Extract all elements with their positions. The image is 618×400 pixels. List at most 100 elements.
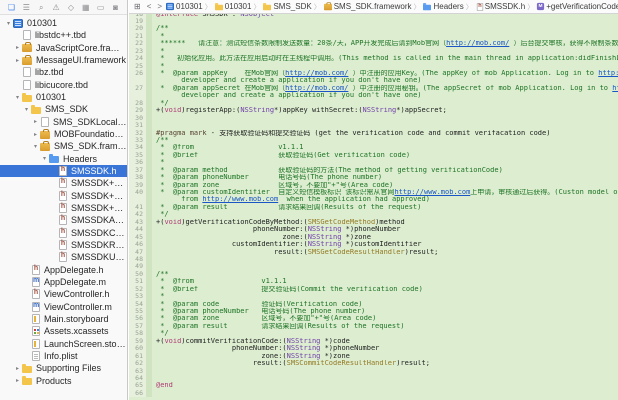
breadcrumb-item[interactable]: SMS_SDK: [262, 2, 311, 11]
disclosure-triangle-icon[interactable]: ▸: [31, 118, 40, 125]
code-line[interactable]: 34 * @from v1.1.1: [129, 144, 618, 151]
file-tree-item[interactable]: ▸SMS_SDKLocalizable.strings: [0, 116, 127, 128]
code-line[interactable]: 48: [129, 256, 618, 263]
breakpoint-navigator-icon[interactable]: ▭: [93, 0, 108, 15]
code-line[interactable]: 63: [129, 368, 618, 375]
line-number[interactable]: 27: [129, 85, 146, 92]
code-line[interactable]: 30: [129, 115, 618, 122]
breadcrumb-item[interactable]: SMS_SDK.framework: [323, 2, 412, 11]
breadcrumb-item[interactable]: 010301: [165, 2, 203, 11]
code-line[interactable]: 46 customIdentifier:(NSString *)customId…: [129, 241, 618, 248]
code-line[interactable]: 23 *: [129, 48, 618, 55]
code-line[interactable]: 27 * @param appSecret 在Mob官网（http://mob.…: [129, 85, 618, 92]
disclosure-triangle-icon[interactable]: ▸: [13, 365, 22, 372]
file-tree-item[interactable]: ▾010301: [0, 17, 127, 29]
file-tree-item[interactable]: libicucore.tbd: [0, 79, 127, 91]
code-line[interactable]: 24 * 初始化应用。此方法在应用启动时在主线程中调用。(This method…: [129, 55, 618, 62]
disclosure-triangle-icon[interactable]: ▾: [22, 106, 31, 113]
disclosure-triangle-icon[interactable]: ▸: [13, 377, 22, 384]
code-line[interactable]: 52 * @brief 提交验证码(Commit the verificatio…: [129, 286, 618, 293]
file-tree-item[interactable]: SMSSDK+A…okMethods.h: [0, 177, 127, 189]
code-line[interactable]: 49: [129, 263, 618, 270]
code-line[interactable]: developer and create a application if yo…: [129, 77, 618, 84]
file-tree-item[interactable]: LaunchScreen.storyboard: [0, 338, 127, 350]
disclosure-triangle-icon[interactable]: ▾: [40, 155, 49, 162]
file-tree-item[interactable]: SMSSDKResultHanderDef.h: [0, 239, 127, 251]
file-tree-item[interactable]: Info.plist: [0, 350, 127, 362]
test-navigator-icon[interactable]: ◇: [64, 0, 79, 15]
code-line[interactable]: 58 */: [129, 330, 618, 337]
breadcrumb-item[interactable]: SMSSDK.h: [475, 2, 525, 12]
file-tree-item[interactable]: SMSSDK+ExtendMethods.h: [0, 202, 127, 214]
code-line[interactable]: 26 * @param appKey 在Mob官网（http://mob.com…: [129, 70, 618, 77]
file-tree-item[interactable]: ▸MessageUI.framework: [0, 54, 127, 66]
line-number[interactable]: 66: [129, 390, 146, 397]
code-line[interactable]: 21 *: [129, 33, 618, 40]
file-tree-item[interactable]: ▸JavaScriptCore.framework: [0, 42, 127, 54]
file-tree-item[interactable]: SMSSDKAddressBook.h: [0, 214, 127, 226]
code-line[interactable]: 53 *: [129, 293, 618, 300]
code-line[interactable]: 45 zone:(NSString *)zone: [129, 234, 618, 241]
file-tree[interactable]: ▾010301libstdc++.tbd▸JavaScriptCore.fram…: [0, 15, 127, 387]
code-line[interactable]: 40 * @param customIdentifier 自定义短信模板标识 该…: [129, 189, 618, 196]
disclosure-triangle-icon[interactable]: ▸: [13, 57, 22, 64]
find-navigator-icon[interactable]: ⌕: [34, 0, 49, 15]
code-line[interactable]: 61 zone:(NSString *)zone: [129, 353, 618, 360]
code-line[interactable]: 60 phoneNumber:(NSString *)phoneNumber: [129, 345, 618, 352]
code-line[interactable]: 22 ****** 请注意：测试短信条数限制发送数量：20条/天，APP开发完成…: [129, 40, 618, 47]
file-tree-item[interactable]: ▸Supporting Files: [0, 362, 127, 374]
file-tree-item[interactable]: Assets.xcassets: [0, 325, 127, 337]
disclosure-triangle-icon[interactable]: ▸: [13, 44, 22, 51]
file-tree-item[interactable]: ▸MOBFoundation.framework: [0, 128, 127, 140]
code-line[interactable]: 51 * @from v1.1.1: [129, 278, 618, 285]
line-number[interactable]: 40: [129, 189, 146, 196]
code-line[interactable]: 54 * @param code 验证码(Verification code): [129, 301, 618, 308]
code-line[interactable]: 55 * @param phoneNumber 电话号码(The phone n…: [129, 308, 618, 315]
project-navigator-icon[interactable]: ❏: [4, 0, 19, 15]
code-line[interactable]: 39 * @param zone 区域号，不要加"+"号(Area code): [129, 182, 618, 189]
disclosure-triangle-icon[interactable]: ▾: [4, 20, 13, 27]
code-line[interactable]: 50/**: [129, 271, 618, 278]
code-line[interactable]: 37 * @param method 获取验证码的方法(The method o…: [129, 167, 618, 174]
code-line[interactable]: 65@end: [129, 382, 618, 389]
code-line[interactable]: 29+(void)registerApp:(NSString*)appKey w…: [129, 107, 618, 114]
code-line[interactable]: 64: [129, 375, 618, 382]
back-button[interactable]: <: [144, 2, 155, 11]
file-tree-item[interactable]: SMSSDK.h: [0, 165, 127, 177]
code-line[interactable]: 38 * @param phoneNumber 电话号码(The phone n…: [129, 174, 618, 181]
code-line[interactable]: 32#pragma mark - 支持获取验证码和提交验证码 (get the …: [129, 130, 618, 137]
code-line[interactable]: 59+(void)commitVerificationCode:(NSStrin…: [129, 338, 618, 345]
related-items-icon[interactable]: ⊞: [131, 2, 144, 11]
file-tree-item[interactable]: libstdc++.tbd: [0, 29, 127, 41]
code-line[interactable]: 31: [129, 122, 618, 129]
file-tree-item[interactable]: Main.storyboard: [0, 313, 127, 325]
line-number[interactable]: 26: [129, 70, 146, 77]
code-line[interactable]: 36 *: [129, 159, 618, 166]
code-line[interactable]: 33/**: [129, 137, 618, 144]
code-line[interactable]: 35 * @brief 获取验证码(Get verification code): [129, 152, 618, 159]
file-tree-item[interactable]: ViewController.m: [0, 301, 127, 313]
file-tree-item[interactable]: SMSSDK+D…edMethods.h: [0, 190, 127, 202]
debug-navigator-icon[interactable]: ▦: [78, 0, 93, 15]
code-line[interactable]: 42 */: [129, 211, 618, 218]
file-tree-item[interactable]: ▾SMS_SDK.framework: [0, 140, 127, 152]
code-line[interactable]: 28 */: [129, 100, 618, 107]
symbol-navigator-icon[interactable]: ☰: [19, 0, 34, 15]
code-line[interactable]: from http://www.mob.com when the applica…: [129, 196, 618, 203]
file-tree-item[interactable]: AppDelegate.m: [0, 276, 127, 288]
file-tree-item[interactable]: libz.tbd: [0, 66, 127, 78]
file-tree-item[interactable]: SMSSDKUserInfo.h: [0, 251, 127, 263]
file-tree-item[interactable]: ▾Headers: [0, 153, 127, 165]
breadcrumb-item[interactable]: Headers: [422, 2, 463, 11]
code-line[interactable]: 56 * @param zone 区域号，不要加"+"号(Area code): [129, 315, 618, 322]
code-line[interactable]: 62 result:(SMSCommitCodeResultHandler)re…: [129, 360, 618, 367]
code-line[interactable]: 25 *: [129, 63, 618, 70]
code-editor[interactable]: 18@interface SMSSDK : NSObject1920/**21 …: [129, 14, 618, 400]
disclosure-triangle-icon[interactable]: ▾: [13, 94, 22, 101]
code-line[interactable]: 19: [129, 18, 618, 25]
report-navigator-icon[interactable]: ◙: [108, 0, 123, 15]
code-line[interactable]: 20/**: [129, 25, 618, 32]
file-tree-item[interactable]: ViewController.h: [0, 288, 127, 300]
code-line[interactable]: 43+(void)getVerificationCodeByMethod:(SM…: [129, 219, 618, 226]
code-line[interactable]: 44 phoneNumber:(NSString *)phoneNumber: [129, 226, 618, 233]
